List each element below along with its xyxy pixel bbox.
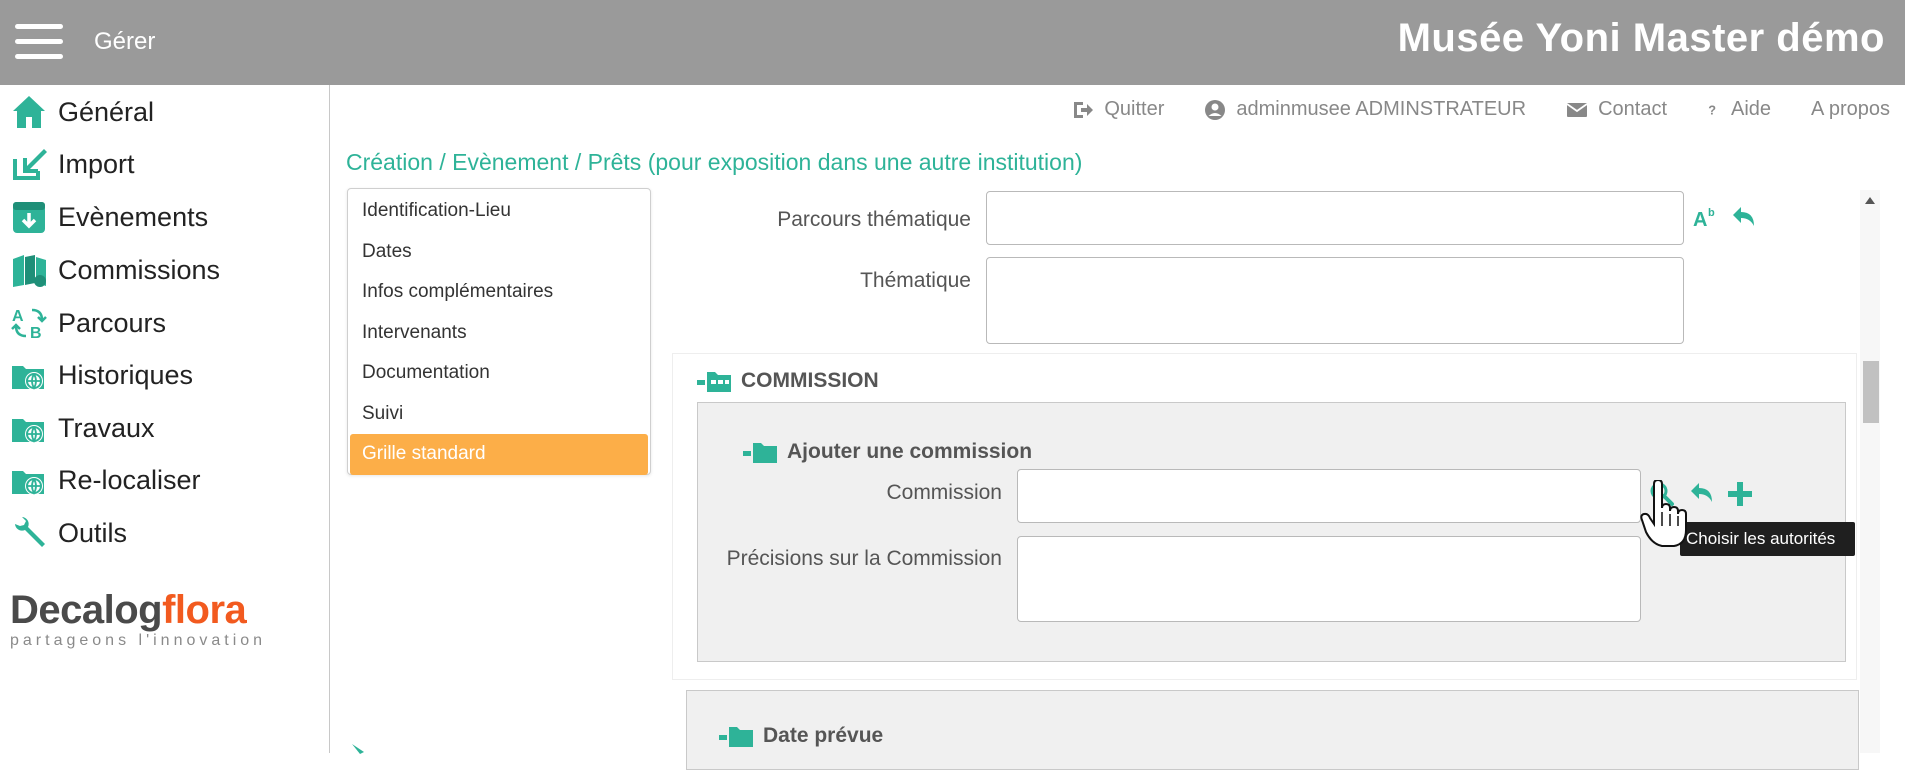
help-link[interactable]: ? Aide <box>1707 98 1771 121</box>
svg-text:B: B <box>30 325 42 342</box>
question-icon: ? <box>1708 102 1716 117</box>
undo-icon[interactable] <box>1688 480 1716 508</box>
scrollbar-thumb[interactable] <box>1863 361 1879 423</box>
svg-text:b: b <box>1708 207 1715 219</box>
sidebar-item-general[interactable]: Général <box>10 90 154 134</box>
date-prevue-label: Date prévue <box>763 724 884 747</box>
tab-infos-complementaires[interactable]: Infos complémentaires <box>350 272 648 313</box>
date-prevue-title: Date prévue <box>719 723 883 749</box>
undo-icon[interactable] <box>1730 204 1758 232</box>
parcours-thematique-input[interactable] <box>986 191 1684 245</box>
sidebar-item-historiques[interactable]: Historiques <box>10 353 193 397</box>
manage-menu-label[interactable]: Gérer <box>94 28 155 56</box>
commission-section-title: COMMISSION <box>697 368 879 394</box>
tab-suivi[interactable]: Suivi <box>350 394 648 435</box>
sidebar-item-outils[interactable]: Outils <box>10 511 127 555</box>
breadcrumb[interactable]: Création / Evènement / Prêts (pour expos… <box>346 149 1082 176</box>
hand-pointer-cursor-icon <box>1640 480 1687 547</box>
sidebar-item-label: Historiques <box>58 359 194 390</box>
commission-section-label: COMMISSION <box>741 369 879 392</box>
folder-open-icon <box>743 443 777 463</box>
folder-open-icon <box>719 727 753 747</box>
commissions-icon <box>13 255 46 287</box>
sidebar-item-label: Import <box>58 148 135 179</box>
top-links: Quitter adminmusee ADMINSTRATEUR Contact… <box>1072 98 1890 121</box>
home-icon <box>13 96 45 128</box>
user-circle-icon <box>1205 99 1226 120</box>
help-label: Aide <box>1731 98 1772 120</box>
sidebar-item-label: Evènements <box>58 201 209 232</box>
decalog-flora-logo: Decalogflora partageons l'innovation <box>10 590 266 650</box>
folder-open-icon <box>697 372 731 392</box>
tab-documentation[interactable]: Documentation <box>350 353 648 394</box>
edit-icon[interactable] <box>350 742 370 756</box>
tab-grille-standard[interactable]: Grille standard <box>350 434 648 475</box>
sidebar-item-label: Général <box>58 96 155 127</box>
commission-label: Commission <box>886 481 1002 504</box>
contact-link[interactable]: Contact <box>1566 98 1667 121</box>
sidebar-item-label: Commissions <box>58 254 221 285</box>
travaux-icon <box>12 419 44 443</box>
tab-dates[interactable]: Dates <box>350 232 648 273</box>
add-commission-title: Ajouter une commission <box>743 439 1032 465</box>
precisions-commission-textarea[interactable] <box>1017 536 1641 622</box>
events-icon <box>13 202 45 233</box>
wrench-icon <box>15 517 45 547</box>
sidebar-item-label: Re-localiser <box>58 464 201 495</box>
svg-text:A: A <box>12 308 24 325</box>
hamburger-menu-icon[interactable] <box>15 24 63 60</box>
commission-input[interactable] <box>1017 469 1641 523</box>
app-header: Gérer Musée Yoni Master démo <box>0 0 1905 85</box>
sidebar-item-import[interactable]: Import <box>10 142 135 186</box>
sidebar-item-label: Parcours <box>58 307 167 338</box>
sidebar-item-commissions[interactable]: Commissions <box>10 248 220 292</box>
thematique-textarea[interactable] <box>986 257 1684 344</box>
contact-label: Contact <box>1598 98 1668 120</box>
add-commission-label: Ajouter une commission <box>787 440 1033 463</box>
quit-label: Quitter <box>1104 98 1165 120</box>
choose-authorities-tooltip: Choisir les autorités <box>1673 522 1855 556</box>
sidebar-item-travaux[interactable]: Travaux <box>10 406 155 450</box>
envelope-icon <box>1566 102 1588 117</box>
import-icon <box>13 149 47 180</box>
main-scrollbar[interactable] <box>1860 190 1880 753</box>
logo-product: flora <box>162 588 247 632</box>
svg-text:?: ? <box>1708 102 1716 117</box>
sidebar: Général Import Evènements Commissions AB… <box>0 85 330 753</box>
sidebar-item-label: Travaux <box>58 412 155 443</box>
user-link[interactable]: adminmusee ADMINSTRATEUR <box>1204 98 1526 121</box>
svg-text:A: A <box>1693 209 1707 231</box>
sign-out-icon <box>1074 101 1094 118</box>
section-tab-list: Identification-Lieu Dates Infos compléme… <box>347 188 651 475</box>
parcours-icon: AB <box>11 308 47 342</box>
tab-intervenants[interactable]: Intervenants <box>350 313 648 354</box>
thematique-label: Thématique <box>860 269 971 292</box>
historiques-icon <box>12 366 44 390</box>
logo-brand: Decalog <box>10 588 163 632</box>
precisions-commission-label: Précisions sur la Commission <box>726 547 1002 570</box>
scroll-up-arrow-icon[interactable] <box>1865 197 1875 204</box>
relocaliser-icon <box>12 471 44 495</box>
parcours-thematique-label: Parcours thématique <box>777 208 971 231</box>
app-title: Musée Yoni Master démo <box>1397 16 1885 60</box>
about-label: A propos <box>1811 98 1890 120</box>
about-link[interactable]: A propos <box>1811 98 1890 121</box>
sidebar-item-relocaliser[interactable]: Re-localiser <box>10 458 201 502</box>
tab-identification-lieu[interactable]: Identification-Lieu <box>350 191 648 232</box>
sidebar-item-parcours[interactable]: AB Parcours <box>10 301 166 345</box>
sidebar-item-label: Outils <box>58 517 128 548</box>
logo-tagline: partageons l'innovation <box>10 632 267 649</box>
quit-link[interactable]: Quitter <box>1072 98 1164 121</box>
user-label: adminmusee ADMINSTRATEUR <box>1236 98 1527 120</box>
sidebar-item-evenements[interactable]: Evènements <box>10 195 208 239</box>
autocomplete-icon[interactable]: Ab <box>1692 204 1720 232</box>
plus-icon[interactable] <box>1726 480 1754 508</box>
